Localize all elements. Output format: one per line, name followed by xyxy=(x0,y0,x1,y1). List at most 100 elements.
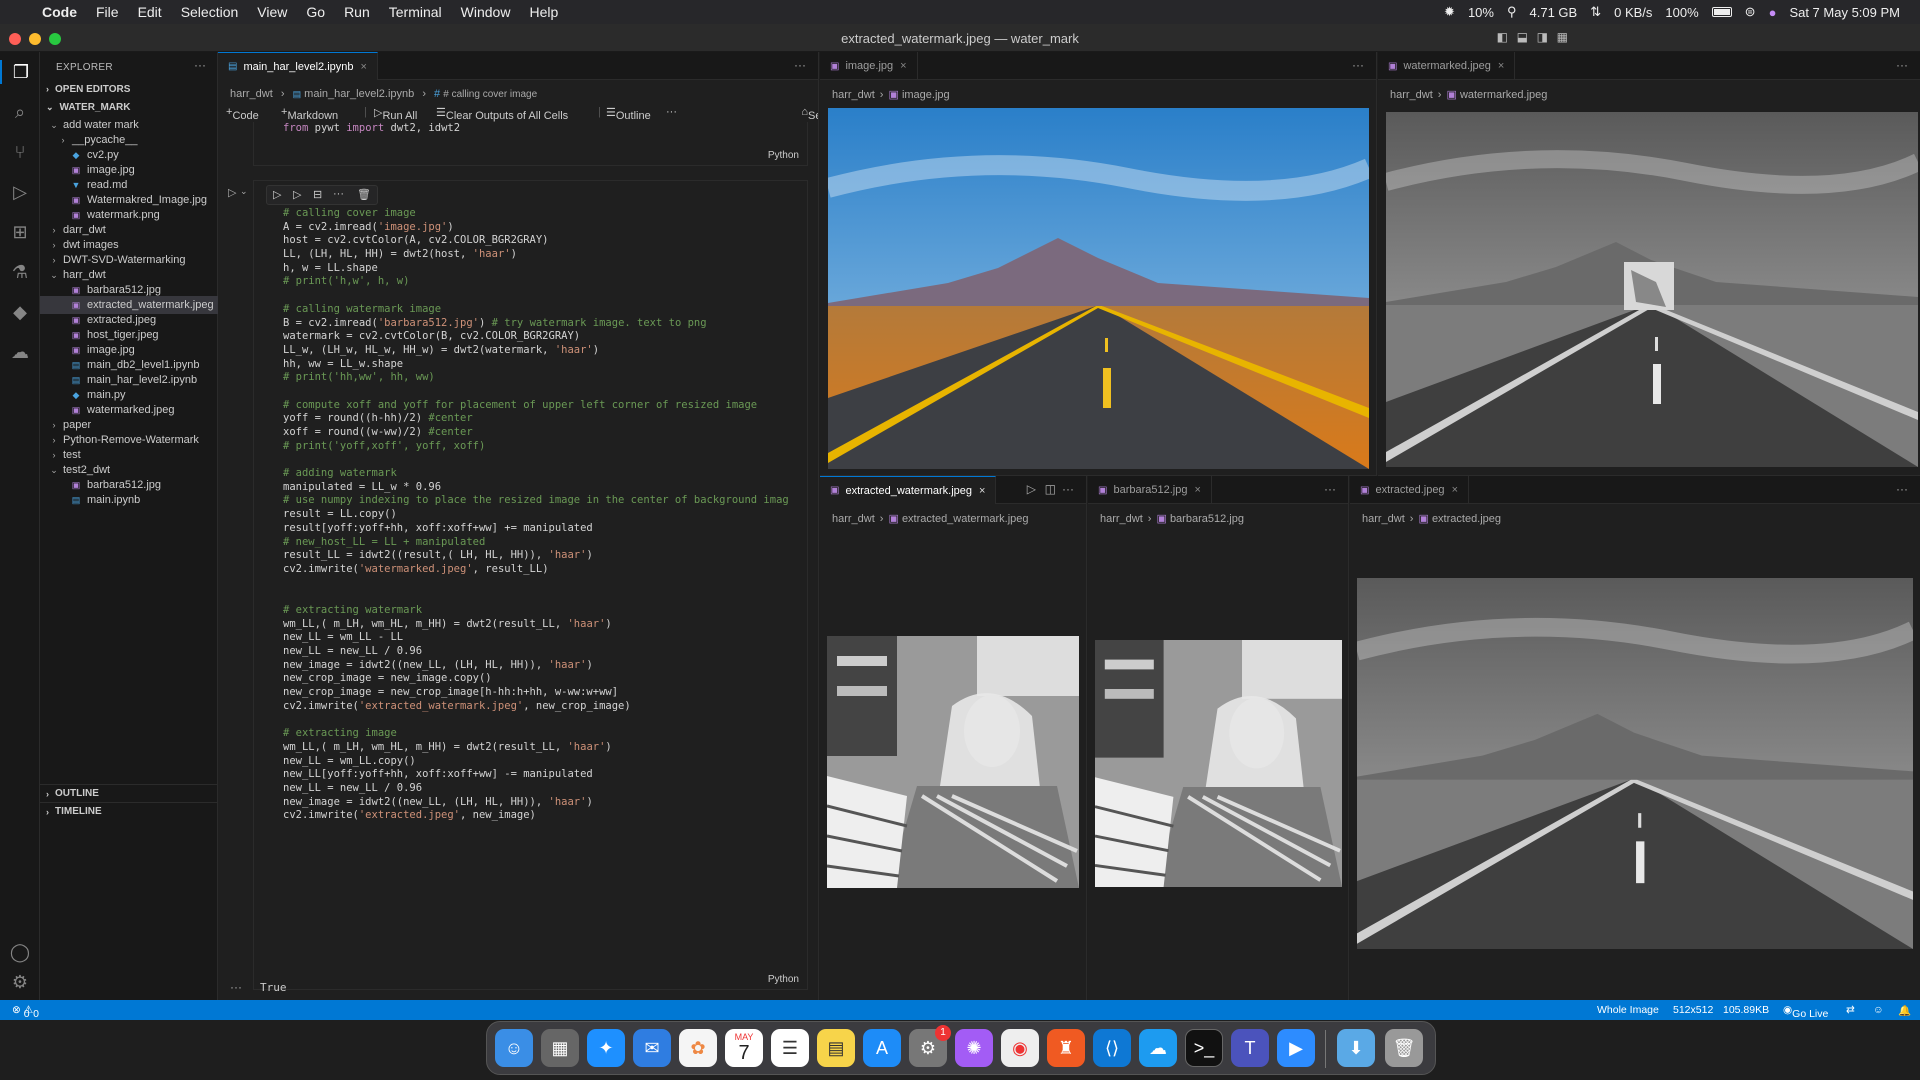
run-cell-icon[interactable]: ▷ xyxy=(228,186,236,199)
explorer-more-icon[interactable]: ··· xyxy=(194,58,206,72)
run-icon[interactable]: ▷ xyxy=(1027,482,1036,496)
toolbar-more-icon[interactable]: ··· xyxy=(666,106,677,118)
run-cell-dropdown-icon[interactable]: ⌄ xyxy=(240,186,248,197)
terminal-icon[interactable]: >_ xyxy=(1185,1029,1223,1067)
previous-code-cell[interactable]: from pywt import dwt2, idwt2 Python xyxy=(253,122,808,166)
safari-icon[interactable]: ✦ xyxy=(587,1029,625,1067)
crumb-file[interactable]: main_har_level2.ipynb xyxy=(304,88,414,100)
close-tab-icon[interactable]: × xyxy=(900,60,906,72)
crumb-folder[interactable]: harr_dwt xyxy=(1390,89,1433,101)
finder-icon[interactable]: ☺ xyxy=(495,1029,533,1067)
close-tab-icon[interactable]: × xyxy=(1194,484,1200,496)
siri-icon[interactable]: ● xyxy=(1769,5,1777,20)
menu-selection[interactable]: Selection xyxy=(181,4,239,20)
tab-extracted-jpeg[interactable]: ▣ extracted.jpeg × xyxy=(1350,476,1469,504)
customize-layout-icon[interactable]: ▦ xyxy=(1557,30,1568,44)
trash-icon[interactable]: 🗑 xyxy=(1385,1029,1423,1067)
crumb-section[interactable]: # calling cover image xyxy=(443,89,537,100)
menu-window[interactable]: Window xyxy=(461,4,511,20)
menu-run[interactable]: Run xyxy=(344,4,370,20)
menu-go[interactable]: Go xyxy=(306,4,325,20)
crumb-folder[interactable]: harr_dwt xyxy=(832,89,875,101)
docker-icon[interactable]: ☁ xyxy=(8,340,32,364)
memory-usage[interactable]: 4.71 GB xyxy=(1530,5,1578,20)
sync-icon[interactable]: ⇄ xyxy=(1846,1004,1855,1016)
brave-icon[interactable]: ♜ xyxy=(1047,1029,1085,1067)
manage-gear-icon[interactable]: ⚙ xyxy=(8,970,32,994)
crumb-file[interactable]: barbara512.jpg xyxy=(1170,513,1244,525)
tab-image-jpg[interactable]: ▣ image.jpg × xyxy=(820,52,918,80)
outline-section[interactable]: › OUTLINE xyxy=(40,784,218,802)
downloads-folder-icon[interactable]: ⬇ xyxy=(1337,1029,1375,1067)
execute-above-icon[interactable]: ▷ xyxy=(273,188,281,201)
split-cell-icon[interactable]: ⊟ xyxy=(313,188,322,201)
photos-icon[interactable]: ✿ xyxy=(679,1029,717,1067)
account-icon[interactable]: ◯ xyxy=(8,940,32,964)
editor-more-icon[interactable]: ··· xyxy=(1352,58,1364,72)
network-speed[interactable]: 0 KB/s xyxy=(1614,5,1652,20)
crumb-file[interactable]: watermarked.jpeg xyxy=(1460,89,1547,101)
crumb-folder[interactable]: harr_dwt xyxy=(1362,513,1405,525)
toggle-secondary-sidebar-icon[interactable]: ◨ xyxy=(1537,30,1548,44)
app-store-icon[interactable]: A xyxy=(863,1029,901,1067)
tab-barbara512[interactable]: ▣ barbara512.jpg × xyxy=(1088,476,1212,504)
add-code-cell-button[interactable]: + Code xyxy=(226,106,259,122)
battery-percent[interactable]: 100% xyxy=(1665,5,1698,20)
notes-icon[interactable]: ▤ xyxy=(817,1029,855,1067)
outline-button[interactable]: ☰ Outline xyxy=(606,106,651,122)
battery-icon[interactable] xyxy=(1711,7,1732,17)
crumb-file[interactable]: image.jpg xyxy=(902,89,950,101)
problems-indicator[interactable]: ⊗ 0 ⚠ 0 xyxy=(12,1004,39,1020)
menu-terminal[interactable]: Terminal xyxy=(389,4,442,20)
image-zoom-label[interactable]: Whole Image xyxy=(1597,1004,1659,1016)
go-live-button[interactable]: ◉ Go Live xyxy=(1783,1004,1828,1020)
crumb-folder[interactable]: harr_dwt xyxy=(832,513,875,525)
close-tab-icon[interactable]: × xyxy=(361,61,367,73)
run-all-button[interactable]: ▷ Run All xyxy=(374,106,417,122)
add-markdown-cell-button[interactable]: + Markdown xyxy=(281,106,338,122)
notifications-icon[interactable]: 🔔 xyxy=(1898,1004,1911,1017)
chrome-icon[interactable]: ◉ xyxy=(1001,1029,1039,1067)
split-editor-icon[interactable]: ◫ xyxy=(1045,482,1056,496)
open-editors-section[interactable]: › OPEN EDITORS xyxy=(40,80,218,98)
clock[interactable]: Sat 7 May 5:09 PM xyxy=(1789,5,1900,20)
zoom-icon[interactable]: ▶ xyxy=(1277,1029,1315,1067)
menu-file[interactable]: File xyxy=(96,4,119,20)
tab-watermarked-jpeg[interactable]: ▣ watermarked.jpeg × xyxy=(1378,52,1516,80)
close-tab-icon[interactable]: × xyxy=(979,485,985,497)
editor-more-icon[interactable]: ··· xyxy=(1896,58,1908,72)
menu-help[interactable]: Help xyxy=(529,4,558,20)
cell-language-label[interactable]: Python xyxy=(768,150,799,161)
run-debug-icon[interactable]: ▷ xyxy=(8,180,32,204)
testing-icon[interactable]: ⚗ xyxy=(8,260,32,284)
control-center-icon[interactable]: ⊜ xyxy=(1745,4,1756,20)
extensions-icon[interactable]: ⊞ xyxy=(8,220,32,244)
crumb-folder[interactable]: harr_dwt xyxy=(1100,513,1143,525)
editor-more-icon[interactable]: ··· xyxy=(1062,482,1074,496)
cell-code[interactable]: # calling cover image A = cv2.imread('ima… xyxy=(283,207,789,823)
toggle-panel-icon[interactable]: ⬓ xyxy=(1517,30,1528,44)
crumb-file[interactable]: extracted.jpeg xyxy=(1432,513,1501,525)
tab-main-har-level2[interactable]: ▤ main_har_level2.ipynb × xyxy=(218,52,378,80)
output-more-icon[interactable]: ··· xyxy=(230,980,242,994)
timeline-section[interactable]: › TIMELINE xyxy=(40,802,218,820)
delete-cell-icon[interactable]: 🗑 xyxy=(357,188,371,201)
select-kernel-button[interactable]: ⌂ Select Kernel xyxy=(801,106,818,122)
python-icon[interactable]: ◆ xyxy=(8,300,32,324)
messenger-icon[interactable]: ✺ xyxy=(955,1029,993,1067)
reminders-icon[interactable]: ☰ xyxy=(771,1029,809,1067)
docker-icon[interactable]: ☁ xyxy=(1139,1029,1177,1067)
crumb-folder[interactable]: harr_dwt xyxy=(230,88,273,100)
clear-outputs-button[interactable]: ☰ Clear Outputs of All Cells xyxy=(436,106,568,122)
source-control-icon[interactable]: ⑂ xyxy=(8,140,32,164)
calendar-icon[interactable]: MAY 7 xyxy=(725,1029,763,1067)
crumb-file[interactable]: extracted_watermark.jpeg xyxy=(902,513,1029,525)
workspace-root-section[interactable]: ⌄ WATER_MARK xyxy=(40,98,218,116)
vscode-icon[interactable]: ⟨⟩ xyxy=(1093,1029,1131,1067)
launchpad-icon[interactable]: ▦ xyxy=(541,1029,579,1067)
close-tab-icon[interactable]: × xyxy=(1498,60,1504,72)
gear-status-icon[interactable]: ✹ xyxy=(1444,4,1455,20)
cpu-usage[interactable]: 10% xyxy=(1468,5,1494,20)
explorer-icon[interactable]: ❐ xyxy=(0,60,40,84)
active-code-cell[interactable]: ▷ ▷ ⊟ ··· 🗑 # calling cover image A = cv2… xyxy=(253,180,808,990)
